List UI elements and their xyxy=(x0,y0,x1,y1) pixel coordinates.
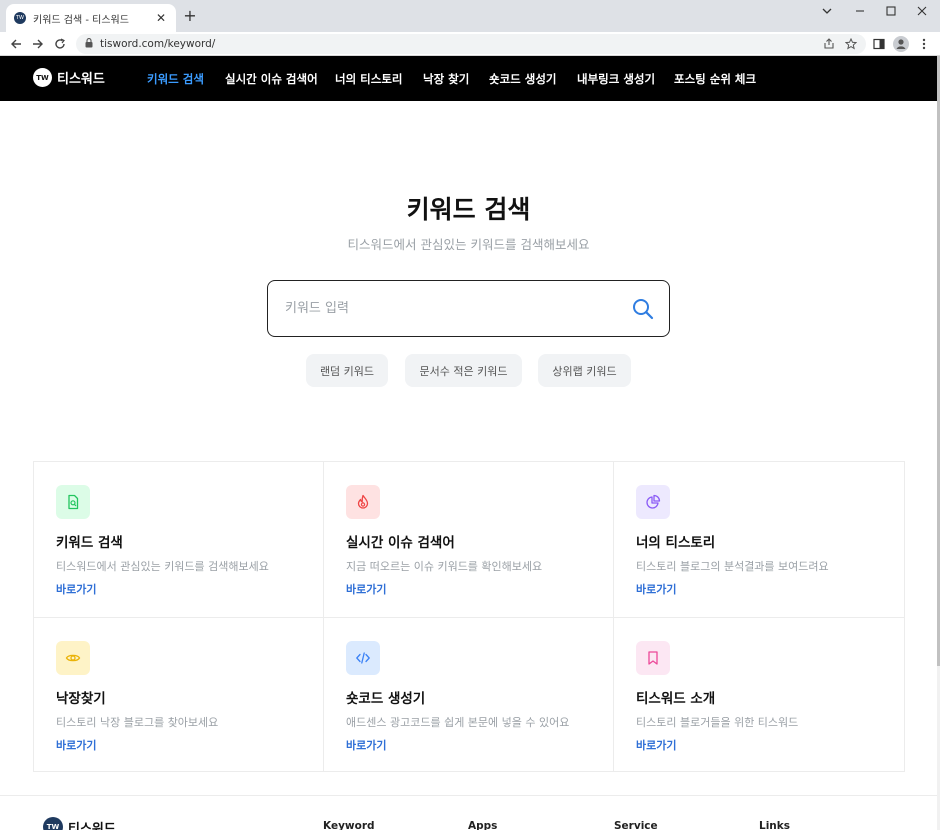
minimize-icon[interactable] xyxy=(845,0,875,22)
footer-logo-badge-icon: TW xyxy=(43,817,63,830)
logo-badge-icon: TW xyxy=(33,68,52,87)
browser-tab-bar: TW 키워드 검색 - 티스워드 ✕ + xyxy=(0,0,940,32)
nav-your-tistory[interactable]: 너의 티스토리 xyxy=(335,71,402,87)
card-title: 실시간 이슈 검색어 xyxy=(346,535,455,551)
card-link[interactable]: 바로가기 xyxy=(56,737,96,753)
search-box xyxy=(267,280,670,337)
page-title: 키워드 검색 xyxy=(406,195,531,224)
site-logo[interactable]: TW 티스워드 xyxy=(33,68,105,87)
keyword-search-input[interactable] xyxy=(285,301,615,316)
card-title: 숏코드 생성기 xyxy=(346,691,426,707)
browser-tab[interactable]: TW 키워드 검색 - 티스워드 ✕ xyxy=(6,4,176,32)
back-icon[interactable] xyxy=(6,34,26,54)
site-navbar: TW 티스워드 키워드 검색 실시간 이슈 검색어 너의 티스토리 낙장 찾기 … xyxy=(0,56,937,101)
code-icon xyxy=(346,641,380,675)
nav-posting-rank-check[interactable]: 포스팅 순위 체크 xyxy=(674,71,756,87)
share-icon[interactable] xyxy=(819,34,839,54)
tab-close-icon[interactable]: ✕ xyxy=(154,11,168,25)
forward-icon[interactable] xyxy=(28,34,48,54)
eye-icon xyxy=(56,641,90,675)
card-description: 티스토리 낙장 블로그를 찾아보세요 xyxy=(56,716,219,729)
card-find-dropped[interactable]: 낙장찾기 티스토리 낙장 블로그를 찾아보세요 바로가기 xyxy=(34,618,324,773)
card-link[interactable]: 바로가기 xyxy=(346,581,386,597)
card-link[interactable]: 바로가기 xyxy=(636,581,676,597)
footer-logo[interactable]: TW 티스워드 xyxy=(43,817,116,830)
card-about-tisword[interactable]: 티스워드 소개 티스토리 블로거들을 위한 티스워드 바로가기 xyxy=(614,618,904,773)
page-subtitle: 티스워드에서 관심있는 키워드를 검색해보세요 xyxy=(347,237,590,252)
footer-column-keyword: Keyword xyxy=(323,820,375,830)
card-realtime-issues[interactable]: 실시간 이슈 검색어 지금 떠오르는 이슈 키워드를 확인해보세요 바로가기 xyxy=(324,462,614,617)
url-text: tisword.com/keyword/ xyxy=(100,38,216,50)
bookmark-icon xyxy=(636,641,670,675)
profile-avatar-icon[interactable] xyxy=(891,34,911,54)
reload-icon[interactable] xyxy=(50,34,70,54)
close-window-icon[interactable] xyxy=(907,0,937,22)
url-bar[interactable]: tisword.com/keyword/ xyxy=(76,34,866,54)
new-tab-icon[interactable]: + xyxy=(181,7,199,25)
card-description: 티스워드에서 관심있는 키워드를 검색해보세요 xyxy=(56,560,269,573)
card-title: 티스워드 소개 xyxy=(636,691,716,707)
logo-text: 티스워드 xyxy=(57,72,105,87)
card-description: 티스토리 블로거들을 위한 티스워드 xyxy=(636,716,799,729)
card-description: 애드센스 광고코드를 쉽게 본문에 넣을 수 있어요 xyxy=(346,716,570,729)
card-link[interactable]: 바로가기 xyxy=(346,737,386,753)
card-link[interactable]: 바로가기 xyxy=(636,737,676,753)
nav-shortcode-generator[interactable]: 숏코드 생성기 xyxy=(489,71,556,87)
footer-logo-text: 티스워드 xyxy=(68,821,116,830)
card-title: 키워드 검색 xyxy=(56,535,123,551)
low-doc-keyword-button[interactable]: 문서수 적은 키워드 xyxy=(405,354,522,387)
favicon-icon: TW xyxy=(14,12,26,24)
nav-keyword-search[interactable]: 키워드 검색 xyxy=(147,71,204,87)
footer-column-apps: Apps xyxy=(468,820,498,830)
card-your-tistory[interactable]: 너의 티스토리 티스토리 블로그의 분석결과를 보여드려요 바로가기 xyxy=(614,462,904,617)
pie-chart-icon xyxy=(636,485,670,519)
browser-address-bar: tisword.com/keyword/ xyxy=(0,32,940,56)
browser-menu-icon[interactable] xyxy=(914,34,934,54)
card-shortcode-generator[interactable]: 숏코드 생성기 애드센스 광고코드를 쉽게 본문에 넣을 수 있어요 바로가기 xyxy=(324,618,614,773)
bookmark-star-icon[interactable] xyxy=(841,34,861,54)
nav-internal-link-generator[interactable]: 내부링크 생성기 xyxy=(577,71,655,87)
document-search-icon xyxy=(56,485,90,519)
card-description: 티스토리 블로그의 분석결과를 보여드려요 xyxy=(636,560,829,573)
lock-icon xyxy=(85,37,93,51)
tab-title: 키워드 검색 - 티스워드 xyxy=(33,14,129,26)
fire-icon xyxy=(346,485,380,519)
top-rank-keyword-button[interactable]: 상위랩 키워드 xyxy=(538,354,631,387)
card-link[interactable]: 바로가기 xyxy=(56,581,96,597)
footer-column-service: Service xyxy=(614,820,658,830)
nav-find-dropped[interactable]: 낙장 찾기 xyxy=(423,71,469,87)
footer-divider xyxy=(0,795,937,796)
maximize-icon[interactable] xyxy=(876,0,906,22)
feature-card-grid: 키워드 검색 티스워드에서 관심있는 키워드를 검색해보세요 바로가기 실시간 … xyxy=(33,461,905,772)
card-description: 지금 떠오르는 이슈 키워드를 확인해보세요 xyxy=(346,560,543,573)
tab-search-chevron-icon[interactable] xyxy=(812,0,842,22)
side-panel-icon[interactable] xyxy=(869,34,889,54)
footer-column-links: Links xyxy=(759,820,790,830)
card-title: 낙장찾기 xyxy=(56,691,106,707)
random-keyword-button[interactable]: 랜덤 키워드 xyxy=(306,354,388,387)
search-icon[interactable] xyxy=(631,297,655,321)
card-title: 너의 티스토리 xyxy=(636,535,716,551)
nav-realtime-issues[interactable]: 실시간 이슈 검색어 xyxy=(225,71,318,87)
card-keyword-search[interactable]: 키워드 검색 티스워드에서 관심있는 키워드를 검색해보세요 바로가기 xyxy=(34,462,324,617)
